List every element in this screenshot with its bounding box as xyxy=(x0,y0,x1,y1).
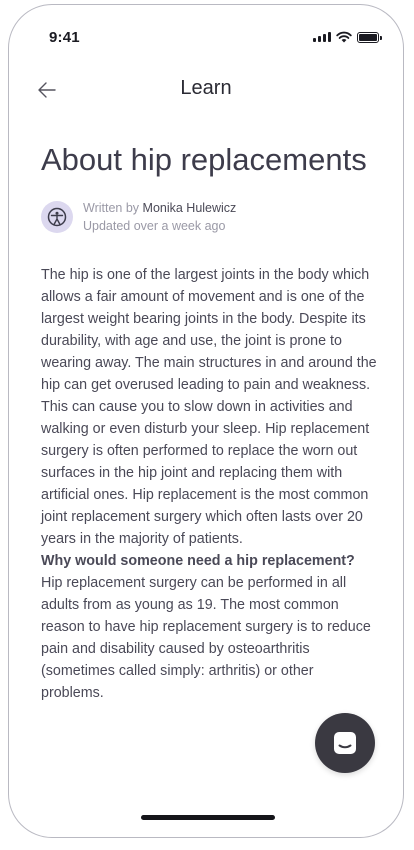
chat-button[interactable] xyxy=(315,713,375,773)
cellular-signal-icon xyxy=(313,32,331,42)
author-meta: Written by Monika Hulewicz Updated over … xyxy=(83,199,236,235)
author-line: Written by Monika Hulewicz xyxy=(83,199,236,217)
article-paragraph: The hip is one of the largest joints in … xyxy=(41,267,377,547)
updated-text: Updated over a week ago xyxy=(83,219,226,233)
article-title: About hip replacements xyxy=(41,142,367,177)
status-bar: 9:41 xyxy=(9,5,403,65)
home-indicator[interactable] xyxy=(141,815,275,820)
avatar xyxy=(41,201,73,233)
author-prefix: Written by xyxy=(83,201,140,215)
wifi-icon xyxy=(336,31,352,43)
chat-bubble-icon xyxy=(334,732,356,754)
article-body: The hip is one of the largest joints in … xyxy=(41,264,377,704)
battery-icon xyxy=(357,31,382,43)
author-block: Written by Monika Hulewicz Updated over … xyxy=(41,199,377,235)
phone-frame: 9:41 Learn About hip replacements Writte… xyxy=(8,4,404,838)
top-nav: Learn xyxy=(9,65,403,117)
status-icons xyxy=(313,31,382,43)
author-name: Monika Hulewicz xyxy=(142,201,237,215)
person-circle-icon xyxy=(47,207,67,227)
article-paragraph: Hip replacement surgery can be performed… xyxy=(41,575,371,701)
section-heading: Why would someone need a hip replacement… xyxy=(41,553,355,569)
status-time: 9:41 xyxy=(49,29,80,46)
page-title: Learn xyxy=(180,77,232,99)
article: About hip replacements Written by Monika… xyxy=(41,139,377,704)
